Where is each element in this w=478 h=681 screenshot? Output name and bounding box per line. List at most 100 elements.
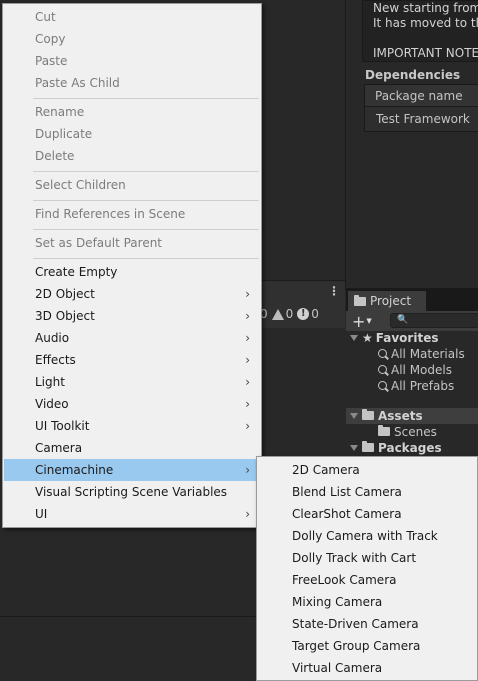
submenu-item-freelook-camera[interactable]: FreeLook Camera (258, 569, 478, 591)
menu-item-label: 2D Object (35, 287, 95, 301)
folder-icon (378, 425, 390, 436)
folder-icon (362, 441, 374, 452)
menu-item-2d-object[interactable]: 2D Object › (4, 283, 260, 305)
menu-item-label: Find References in Scene (35, 207, 186, 221)
menu-item-label: 3D Object (35, 309, 95, 323)
menu-item-visual-scripting-scene-variables[interactable]: Visual Scripting Scene Variables (4, 481, 260, 503)
tree-label: Packages (378, 441, 442, 455)
menu-item-label: Select Children (35, 178, 126, 192)
tree-item-favorites[interactable]: ★ Favorites (346, 330, 478, 346)
submenu-item-dolly-camera-with-track[interactable]: Dolly Camera with Track (258, 525, 478, 547)
menu-item-label: Copy (35, 32, 66, 46)
chevron-right-icon: › (245, 397, 250, 411)
chevron-right-icon: › (245, 287, 250, 301)
search-icon: 🔍 (397, 315, 409, 325)
menu-item-paste[interactable]: Paste (4, 50, 260, 72)
submenu-item-dolly-track-with-cart[interactable]: Dolly Track with Cart (258, 547, 478, 569)
tree-item-assets[interactable]: Assets (346, 408, 478, 424)
menu-item-ui[interactable]: UI › (4, 503, 260, 525)
menu-item-paste-as-child[interactable]: Paste As Child (4, 72, 260, 94)
chevron-right-icon: › (245, 309, 250, 323)
table-header: Package name (365, 85, 478, 107)
expand-arrow-icon[interactable] (350, 445, 358, 451)
menu-item-audio[interactable]: Audio › (4, 327, 260, 349)
error-count-toggle[interactable]: ! 0 (297, 307, 319, 321)
menu-item-light[interactable]: Light › (4, 371, 260, 393)
menu-item-label: Set as Default Parent (35, 236, 163, 250)
submenu-item-label: Blend List Camera (292, 485, 402, 499)
submenu-item-label: FreeLook Camera (292, 573, 397, 587)
submenu-item-label: ClearShot Camera (292, 507, 402, 521)
expand-arrow-icon[interactable] (350, 335, 358, 341)
create-button[interactable]: + ▼ (352, 312, 378, 331)
menu-item-label: UI (35, 507, 48, 521)
menu-item-label: UI Toolkit (35, 419, 90, 433)
menu-item-label: Paste As Child (35, 76, 120, 90)
console-menu-icon[interactable]: ⋮ (328, 285, 340, 297)
menu-item-delete[interactable]: Delete (4, 145, 260, 167)
tree-item-all-materials[interactable]: All Materials (346, 346, 478, 362)
table-row[interactable]: Test Framework (365, 107, 478, 131)
warning-count-toggle[interactable]: 0 (271, 307, 294, 321)
caret-down-icon: ▼ (366, 317, 372, 325)
tree-item-all-models[interactable]: All Models (346, 362, 478, 378)
expand-arrow-icon[interactable] (350, 413, 358, 419)
submenu-item-label: Dolly Track with Cart (292, 551, 417, 565)
panel-divider (0, 616, 258, 617)
context-menu: Cut Copy Paste Paste As Child Rename Dup… (2, 3, 262, 528)
submenu-item-label: Virtual Camera (292, 661, 383, 675)
menu-item-cinemachine[interactable]: Cinemachine › (4, 459, 260, 481)
folder-icon (362, 409, 374, 420)
tab-project-label: Project (370, 294, 412, 308)
project-toolbar: + ▼ 🔍 (346, 311, 478, 331)
tree-item-all-prefabs[interactable]: All Prefabs (346, 378, 478, 394)
menu-item-create-empty[interactable]: Create Empty (4, 261, 260, 283)
submenu-item-clearshot-camera[interactable]: ClearShot Camera (258, 503, 478, 525)
project-panel: Project + ▼ 🔍 ★ Favorites All Materials A… (346, 288, 478, 458)
submenu-item-state-driven-camera[interactable]: State-Driven Camera (258, 613, 478, 635)
submenu-item-mixing-camera[interactable]: Mixing Camera (258, 591, 478, 613)
tree-item-scenes[interactable]: Scenes (346, 424, 478, 440)
search-icon (378, 381, 387, 390)
menu-item-set-default-parent[interactable]: Set as Default Parent (4, 232, 260, 254)
search-input[interactable]: 🔍 (390, 313, 478, 328)
menu-item-label: Audio (35, 331, 70, 345)
tab-project[interactable]: Project (348, 291, 426, 311)
submenu-item-label: State-Driven Camera (292, 617, 419, 631)
menu-item-effects[interactable]: Effects › (4, 349, 260, 371)
chevron-right-icon: › (245, 507, 250, 521)
submenu-item-blend-list-camera[interactable]: Blend List Camera (258, 481, 478, 503)
menu-item-label: Delete (35, 149, 75, 163)
plus-icon: + (352, 311, 366, 331)
console-counts: 0 0 ! 0 (258, 303, 345, 325)
project-tab-bar: Project (346, 289, 478, 311)
submenu-item-target-group-camera[interactable]: Target Group Camera (258, 635, 478, 657)
menu-item-label: Paste (35, 54, 68, 68)
menu-item-camera[interactable]: Camera (4, 437, 260, 459)
menu-item-video[interactable]: Video › (4, 393, 260, 415)
inspector-panel: New starting from 2 It has moved to the … (346, 0, 478, 285)
folder-icon (354, 294, 366, 306)
error-icon: ! (297, 308, 310, 320)
menu-separator (33, 98, 259, 99)
submenu-item-label: Dolly Camera with Track (292, 529, 438, 543)
tree-item-packages[interactable]: Packages (346, 440, 478, 456)
menu-item-select-children[interactable]: Select Children (4, 174, 260, 196)
chevron-right-icon: › (245, 331, 250, 345)
menu-item-label: Cut (35, 10, 56, 24)
menu-item-copy[interactable]: Copy (4, 28, 260, 50)
menu-item-duplicate[interactable]: Duplicate (4, 123, 260, 145)
menu-item-3d-object[interactable]: 3D Object › (4, 305, 260, 327)
tree-label: Scenes (394, 425, 437, 439)
submenu-item-2d-camera[interactable]: 2D Camera (258, 459, 478, 481)
menu-item-rename[interactable]: Rename (4, 101, 260, 123)
chevron-right-icon: › (245, 375, 250, 389)
warning-count: 0 (285, 307, 294, 321)
menu-item-find-references[interactable]: Find References in Scene (4, 203, 260, 225)
submenu-item-virtual-camera[interactable]: Virtual Camera (258, 657, 478, 679)
chevron-right-icon: › (245, 419, 250, 433)
menu-item-ui-toolkit[interactable]: UI Toolkit › (4, 415, 260, 437)
description-line: New starting from 2 (373, 1, 478, 15)
menu-item-cut[interactable]: Cut (4, 6, 260, 28)
dependencies-title: Dependencies (365, 68, 461, 82)
